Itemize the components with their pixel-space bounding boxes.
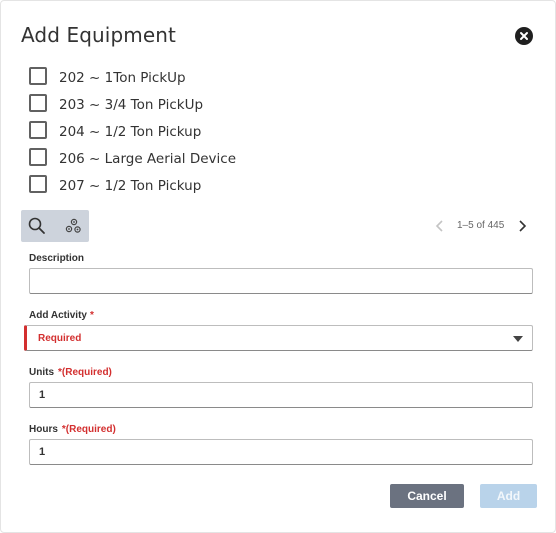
description-input[interactable] xyxy=(29,268,533,294)
settings-button[interactable] xyxy=(57,210,89,242)
chevron-right-icon[interactable] xyxy=(515,217,529,235)
equipment-checkbox[interactable] xyxy=(29,94,47,112)
equipment-checkbox[interactable] xyxy=(29,148,47,166)
equipment-label: 207 ~ 1/2 Ton Pickup xyxy=(59,178,202,194)
required-marker: *(Required) xyxy=(61,424,116,435)
pagination-range: 1–5 of 445 xyxy=(457,220,505,231)
hours-input[interactable] xyxy=(29,439,533,465)
add-equipment-dialog: Add Equipment 202 ~ 1Ton PickUp 203 ~ 3/… xyxy=(0,0,556,533)
activity-label-text: Add Activity xyxy=(29,310,87,321)
list-toolbar xyxy=(21,210,89,242)
equipment-checkbox[interactable] xyxy=(29,67,47,85)
required-marker: * xyxy=(89,310,94,321)
caret-down-icon xyxy=(513,336,523,342)
equipment-label: 206 ~ Large Aerial Device xyxy=(59,151,237,167)
units-label-text: Units xyxy=(29,367,54,378)
dialog-title: Add Equipment xyxy=(21,23,176,47)
equipment-checkbox[interactable] xyxy=(29,121,47,139)
equipment-item[interactable]: 207 ~ 1/2 Ton Pickup xyxy=(29,174,429,201)
activity-select-value: Required xyxy=(38,333,82,344)
equipment-checkbox[interactable] xyxy=(29,175,47,193)
equipment-item[interactable]: 203 ~ 3/4 Ton PickUp xyxy=(29,93,429,120)
units-label: Units *(Required) xyxy=(29,367,112,378)
close-icon xyxy=(520,32,528,40)
cancel-button[interactable]: Cancel xyxy=(390,484,464,508)
equipment-item[interactable]: 204 ~ 1/2 Ton Pickup xyxy=(29,120,429,147)
search-icon xyxy=(28,217,45,234)
units-input[interactable] xyxy=(29,382,533,408)
equipment-item[interactable]: 206 ~ Large Aerial Device xyxy=(29,147,429,174)
equipment-item[interactable]: 202 ~ 1Ton PickUp xyxy=(29,66,429,93)
hours-label-text: Hours xyxy=(29,424,58,435)
required-marker: *(Required) xyxy=(58,367,112,378)
equipment-list: 202 ~ 1Ton PickUp 203 ~ 3/4 Ton PickUp 2… xyxy=(29,66,429,201)
gears-icon xyxy=(65,218,81,233)
description-label: Description xyxy=(29,253,85,264)
equipment-label: 203 ~ 3/4 Ton PickUp xyxy=(59,97,204,113)
activity-label: Add Activity * xyxy=(29,310,94,321)
add-button[interactable]: Add xyxy=(480,484,537,508)
search-button[interactable] xyxy=(21,210,53,242)
hours-label: Hours *(Required) xyxy=(29,424,116,435)
equipment-label: 202 ~ 1Ton PickUp xyxy=(59,70,186,86)
equipment-label: 204 ~ 1/2 Ton Pickup xyxy=(59,124,202,140)
activity-select[interactable]: Required xyxy=(24,325,533,351)
close-button[interactable] xyxy=(515,27,533,45)
pagination: 1–5 of 445 xyxy=(433,217,533,235)
chevron-left-icon[interactable] xyxy=(433,217,447,235)
